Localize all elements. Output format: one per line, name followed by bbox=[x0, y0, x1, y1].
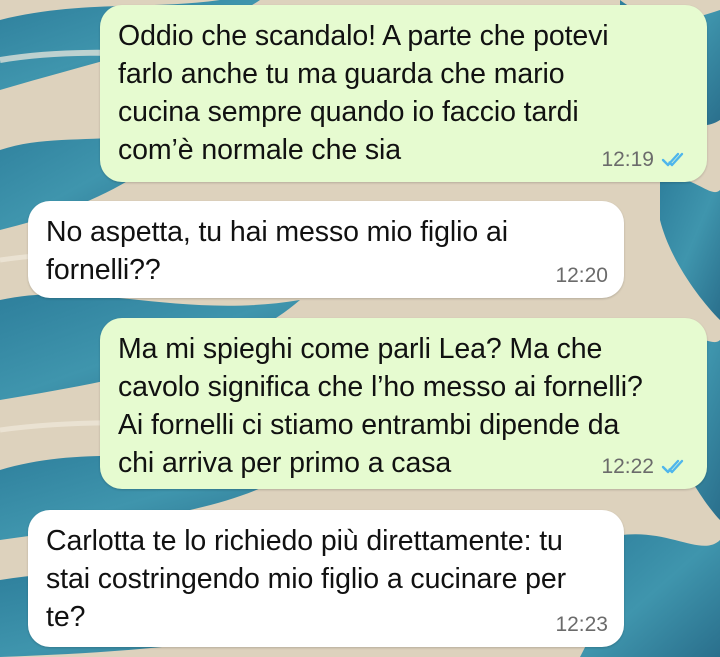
message-time: 12:23 bbox=[555, 613, 608, 636]
message-bubble-incoming[interactable]: Carlotta te lo richiedo più direttamente… bbox=[28, 510, 624, 647]
message-meta: 12:19 bbox=[601, 148, 691, 172]
message-text: No aspetta, tu hai messo mio figlio ai f… bbox=[46, 216, 508, 286]
message-bubble-incoming[interactable]: No aspetta, tu hai messo mio figlio ai f… bbox=[28, 201, 624, 298]
message-text: Ma mi spieghi come parli Lea? Ma che cav… bbox=[118, 333, 643, 479]
message-meta: 12:20 bbox=[555, 264, 608, 288]
message-meta: 12:23 bbox=[555, 613, 608, 637]
message-time: 12:22 bbox=[601, 455, 654, 478]
message-bubble-outgoing[interactable]: Ma mi spieghi come parli Lea? Ma che cav… bbox=[100, 318, 707, 489]
message-text: Carlotta te lo richiedo più direttamente… bbox=[46, 525, 567, 633]
message-time: 12:20 bbox=[555, 264, 608, 287]
read-double-check-icon bbox=[661, 459, 684, 474]
message-meta: 12:22 bbox=[601, 455, 691, 479]
message-bubble-outgoing[interactable]: Oddio che scandalo! A parte che potevi f… bbox=[100, 5, 707, 182]
message-time: 12:19 bbox=[601, 148, 654, 171]
chat-messages: Oddio che scandalo! A parte che potevi f… bbox=[0, 0, 720, 657]
read-double-check-icon bbox=[661, 152, 684, 167]
message-text: Oddio che scandalo! A parte che potevi f… bbox=[118, 20, 609, 166]
